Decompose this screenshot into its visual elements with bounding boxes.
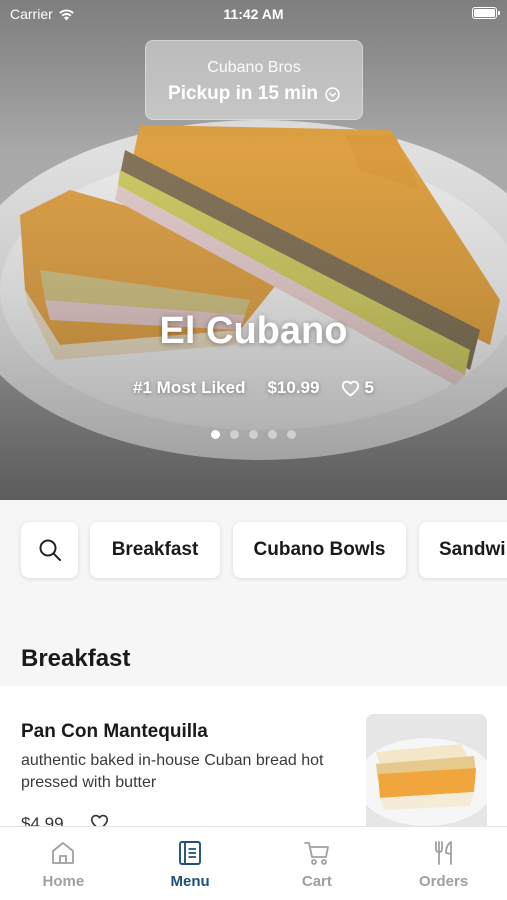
featured-likes[interactable]: 5 (341, 378, 374, 398)
battery-icon (472, 7, 500, 19)
chevron-down-circle-icon (325, 86, 340, 102)
tab-menu[interactable]: Menu (127, 827, 254, 900)
carousel-page-indicator[interactable] (0, 430, 507, 439)
clock: 11:42 AM (223, 6, 284, 22)
item-thumbnail[interactable] (366, 714, 487, 838)
carousel-dot[interactable] (249, 430, 258, 439)
heart-icon (342, 380, 360, 396)
fork-knife-icon (434, 841, 452, 865)
home-icon (52, 842, 75, 864)
menu-item-card[interactable]: Pan Con Mantequilla authentic baked in-h… (0, 686, 507, 846)
menu-book-icon (179, 841, 202, 865)
category-chip-sandwiches[interactable]: Sandwi (419, 522, 507, 578)
pickup-time-label: Pickup in 15 min (168, 83, 318, 104)
tab-cart[interactable]: Cart (254, 827, 381, 900)
carousel-dot[interactable] (287, 430, 296, 439)
featured-item-title: El Cubano (159, 310, 348, 352)
carousel-dot[interactable] (268, 430, 277, 439)
likes-count: 5 (364, 378, 374, 397)
bottom-tab-bar: Home Menu Cart Orders (0, 826, 507, 900)
hero-carousel[interactable]: Carrier 11:42 AM Cubano Bros Pickup in 1… (0, 0, 507, 500)
cart-icon (303, 842, 329, 865)
search-icon (39, 539, 61, 561)
carousel-dot[interactable] (211, 430, 220, 439)
search-button[interactable] (21, 522, 78, 578)
status-bar: Carrier 11:42 AM (0, 0, 507, 28)
carousel-dot[interactable] (230, 430, 239, 439)
item-name: Pan Con Mantequilla (21, 721, 208, 742)
section-title: Breakfast (21, 645, 131, 672)
tab-orders-label: Orders (419, 873, 469, 890)
tab-home-label: Home (42, 873, 85, 890)
pickup-selector[interactable]: Cubano Bros Pickup in 15 min (145, 40, 363, 120)
featured-rank: #1 Most Liked (133, 378, 246, 397)
tab-cart-label: Cart (301, 873, 332, 890)
featured-item-meta: #1 Most Liked $10.99 5 (0, 378, 507, 398)
tab-orders[interactable]: Orders (380, 827, 507, 900)
category-chip-breakfast[interactable]: Breakfast (90, 522, 220, 578)
category-chip-cubano-bowls[interactable]: Cubano Bowls (233, 522, 406, 578)
featured-price: $10.99 (267, 378, 320, 397)
store-name: Cubano Bros (207, 59, 301, 76)
item-description: authentic baked in-house Cuban bread hot… (21, 752, 324, 791)
category-bar[interactable]: Breakfast Cubano Bowls Sandwi (0, 500, 507, 610)
tab-menu-label: Menu (170, 873, 210, 890)
tab-home[interactable]: Home (0, 827, 127, 900)
pickup-time: Pickup in 15 min (146, 83, 362, 105)
item-photo (366, 714, 487, 838)
